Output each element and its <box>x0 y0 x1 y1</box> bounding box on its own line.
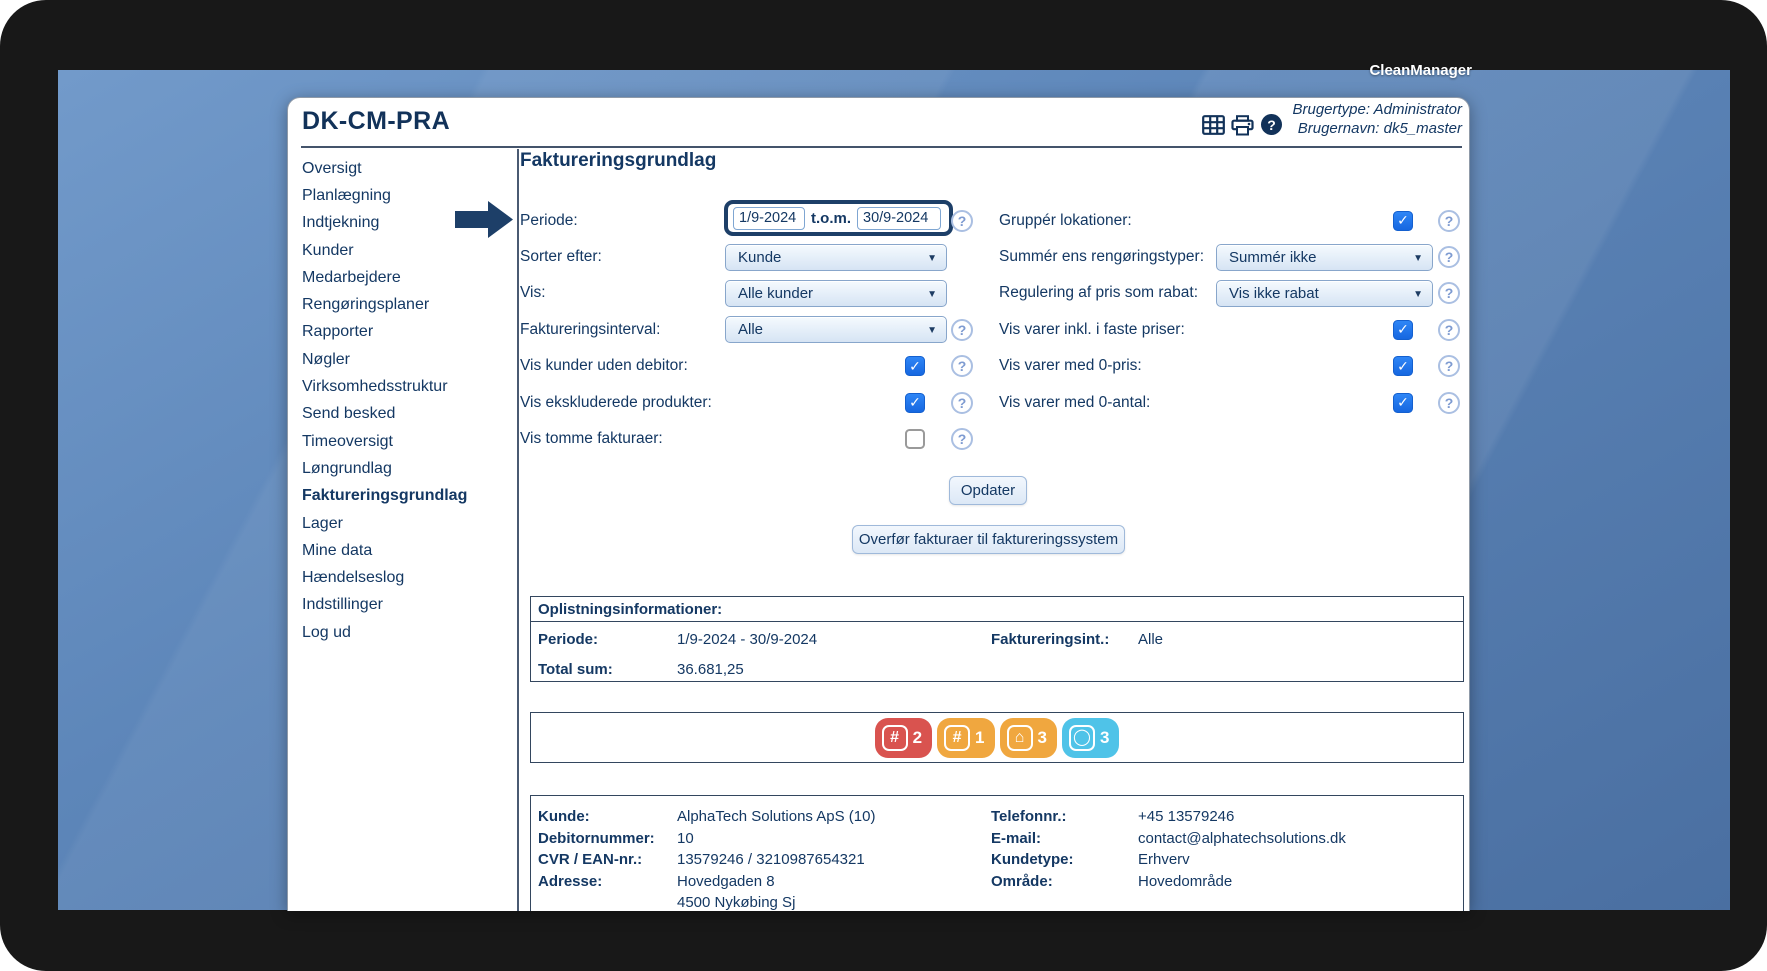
page-title: Faktureringsgrundlag <box>520 150 717 171</box>
machine-icon: ◯ <box>1068 724 1095 751</box>
status-badge-1[interactable]: # 1 <box>937 717 995 758</box>
help-icon[interactable] <box>951 355 973 377</box>
sidebar-item-faktureringsgrundlag[interactable]: Faktureringsgrundlag <box>302 483 507 510</box>
status-badge-0[interactable]: # 2 <box>874 717 933 758</box>
help-icon[interactable] <box>1438 282 1460 304</box>
vis-varer-0-antal-checkbox[interactable] <box>1393 392 1413 413</box>
sidebar-item-nøgler[interactable]: Nøgler <box>302 346 507 373</box>
faktureringsinterval-label: Faktureringsinterval: <box>520 320 661 338</box>
vis-kunder-uden-debitor-label: Vis kunder uden debitor: <box>520 357 688 374</box>
customer-info-box: Kunde: AlphaTech Solutions ApS (10) Tele… <box>530 795 1464 911</box>
sidebar-item-timeoversigt[interactable]: Timeoversigt <box>302 428 507 455</box>
sorter-efter-dropdown[interactable]: Kunde <box>725 243 947 271</box>
help-icon[interactable] <box>951 318 973 341</box>
sidebar-item-send-besked[interactable]: Send besked <box>302 401 507 428</box>
sidebar-item-oversigt[interactable]: Oversigt <box>302 155 507 182</box>
user-info: Brugertype: Administrator Brugernavn: dk… <box>1292 100 1462 138</box>
sidebar-item-hændelseslog[interactable]: Hændelseslog <box>302 564 507 591</box>
sidebar-item-lager[interactable]: Lager <box>302 510 507 537</box>
vis-varer-0-antal-label: Vis varer med 0-antal: <box>999 393 1151 411</box>
vis-ekskluderede-produkter-label: Vis ekskluderede produkter: <box>520 393 712 411</box>
periode-from-input[interactable] <box>733 206 805 230</box>
summary-header: Oplistningsinformationer: <box>531 597 1463 622</box>
vis-tomme-fakturaer-label: Vis tomme fakturaer: <box>520 429 663 447</box>
hash-icon: # <box>944 724 971 751</box>
screenshot-frame: CleanManager DK-CM-PRA Brugertype: Admin… <box>0 0 1767 971</box>
regulering-af-pris-label: Regulering af pris som rabat: <box>999 284 1199 301</box>
vis-ekskluderede-produkter-checkbox[interactable] <box>905 392 925 413</box>
help-icon[interactable] <box>951 427 973 450</box>
help-icon[interactable] <box>1438 355 1460 377</box>
summary-interval-value: Alle <box>1138 631 1164 648</box>
sidebar-item-rapporter[interactable]: Rapporter <box>302 319 507 346</box>
sidebar-item-mine-data[interactable]: Mine data <box>302 537 507 564</box>
vis-varer-faste-priser-checkbox[interactable] <box>1393 319 1413 340</box>
hash-icon: # <box>881 724 908 751</box>
customer-row-4: 4500 Nykøbing Sj <box>677 894 796 911</box>
vis-label: Vis: <box>520 284 546 301</box>
user-name: Brugernavn: dk5_master <box>1297 120 1462 137</box>
status-badge-3[interactable]: ◯ 3 <box>1061 717 1120 758</box>
summary-total-label: Total sum: <box>538 661 613 678</box>
sorter-efter-label: Sorter efter: <box>520 248 602 265</box>
print-icon[interactable] <box>1231 115 1254 136</box>
help-icon[interactable] <box>951 209 973 232</box>
summer-dropdown[interactable]: Summér ikke <box>1216 243 1433 271</box>
help-icon[interactable] <box>1261 114 1282 135</box>
sidebar-item-log-ud[interactable]: Log ud <box>302 619 507 646</box>
regulering-dropdown[interactable]: Vis ikke rabat <box>1216 279 1433 307</box>
header-divider <box>301 146 1462 148</box>
summary-box: Oplistningsinformationer: Periode: 1/9-2… <box>530 596 1464 682</box>
periode-label: Periode: <box>520 211 578 229</box>
status-badge-2[interactable]: ⌂ 3 <box>999 717 1057 758</box>
summer-ens-rengoringstyper-label: Summér ens rengøringstyper: <box>999 248 1205 265</box>
vis-kunder-uden-debitor-checkbox[interactable] <box>905 356 925 376</box>
periode-highlight: t.o.m. <box>724 200 953 236</box>
status-badges-box: # 2 # 1 ⌂ 3 ◯ 3 <box>530 712 1464 763</box>
help-icon[interactable] <box>1438 209 1460 232</box>
sidebar-divider <box>517 149 519 911</box>
help-icon[interactable] <box>951 391 973 414</box>
app-title: DK-CM-PRA <box>302 107 451 135</box>
vis-dropdown[interactable]: Alle kunder <box>725 279 947 307</box>
sidebar-item-løngrundlag[interactable]: Løngrundlag <box>302 455 507 482</box>
periode-to-input[interactable] <box>857 206 941 230</box>
summary-interval-label: Faktureringsint.: <box>991 631 1110 648</box>
help-icon[interactable] <box>1438 391 1460 414</box>
summary-periode-value: 1/9-2024 - 30/9-2024 <box>677 631 818 648</box>
summary-periode-label: Periode: <box>538 631 599 648</box>
periode-separator: t.o.m. <box>811 209 851 227</box>
vis-tomme-fakturaer-checkbox[interactable] <box>905 428 925 449</box>
grupper-lokationer-label: Gruppér lokationer: <box>999 211 1132 229</box>
summary-total-value: 36.681,25 <box>677 661 744 678</box>
vis-varer-0-pris-checkbox[interactable] <box>1393 356 1413 376</box>
user-type: Brugertype: Administrator <box>1292 101 1462 118</box>
faktureringsinterval-dropdown[interactable]: Alle <box>725 316 947 343</box>
overfor-fakturaer-button[interactable]: Overfør fakturaer til faktureringssystem <box>852 525 1125 554</box>
sidebar-item-indstillinger[interactable]: Indstillinger <box>302 592 507 619</box>
table-icon[interactable] <box>1202 115 1225 135</box>
house-icon: ⌂ <box>1006 724 1033 751</box>
help-icon[interactable] <box>1438 318 1460 341</box>
annotation-arrow-icon <box>455 201 513 238</box>
customer-row-0: Kunde: AlphaTech Solutions ApS (10) Tele… <box>538 808 1235 825</box>
sidebar-item-rengøringsplaner[interactable]: Rengøringsplaner <box>302 291 507 318</box>
help-icon[interactable] <box>1438 246 1460 268</box>
grupper-lokationer-checkbox[interactable] <box>1393 210 1413 231</box>
sidebar-item-medarbejdere[interactable]: Medarbejdere <box>302 264 507 291</box>
customer-row-2: CVR / EAN-nr.: 13579246 / 3210987654321 … <box>538 851 1190 868</box>
opdater-button[interactable]: Opdater <box>949 476 1027 505</box>
customer-row-3: Adresse: Hovedgaden 8 Område: Hovedområd… <box>538 872 1233 890</box>
vis-varer-faste-priser-label: Vis varer inkl. i faste priser: <box>999 320 1185 338</box>
sidebar-item-kunder[interactable]: Kunder <box>302 237 507 264</box>
customer-row-1: Debitornummer: 10 E-mail: contact@alphat… <box>538 829 1346 847</box>
vis-varer-0-pris-label: Vis varer med 0-pris: <box>999 357 1142 374</box>
cleanmanager-brand-label: CleanManager <box>1369 62 1472 79</box>
sidebar-item-virksomhedsstruktur[interactable]: Virksomhedsstruktur <box>302 373 507 400</box>
